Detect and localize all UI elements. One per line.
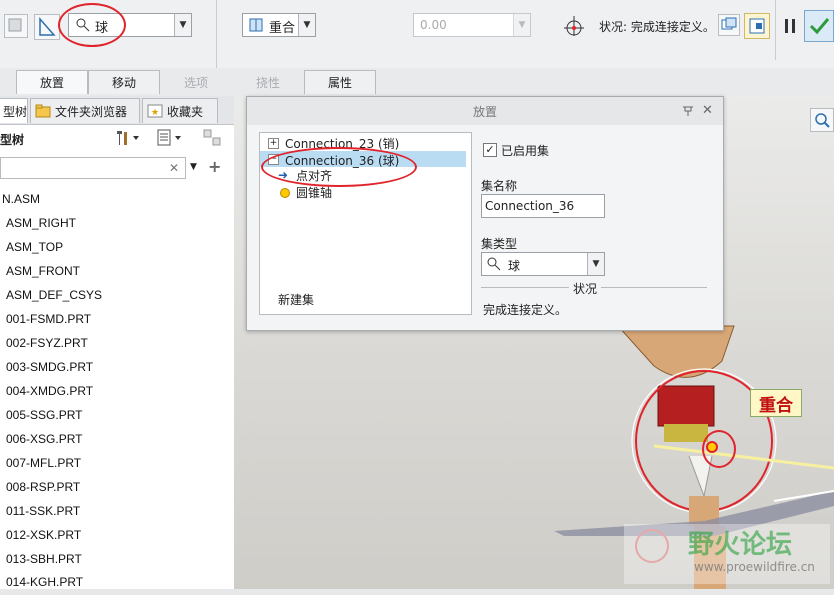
settings-tools-icon[interactable] xyxy=(114,129,142,147)
tab-folder-browser-label: 文件夹浏览器 xyxy=(55,104,128,119)
ball-joint-icon xyxy=(486,256,502,275)
enabled-label: 已启用集 xyxy=(501,144,550,158)
enabled-checkbox[interactable]: ✓ xyxy=(483,143,497,157)
svg-text:★: ★ xyxy=(151,108,159,118)
preview-icon[interactable] xyxy=(744,13,770,39)
set-name-input[interactable]: Connection_36 xyxy=(481,194,605,218)
navigator-tabs: 型树 文件夹浏览器 ★ 收藏夹 xyxy=(0,96,234,125)
dashboard-toolbar: 球 ▼ 重合 ▼ 0.00 ▼ 状况: 完成连接定义。 xyxy=(0,0,834,69)
tab-flexibility[interactable]: 挠性 xyxy=(232,70,304,94)
chevron-down-icon[interactable]: ▼ xyxy=(190,162,197,172)
tab-folder-browser[interactable]: 文件夹浏览器 xyxy=(30,98,140,123)
tree-item[interactable]: 002-FSYZ.PRT xyxy=(6,336,88,356)
add-icon[interactable]: + xyxy=(208,157,221,176)
watermark-url: www.proewildfire.cn xyxy=(694,560,815,574)
tree-item[interactable]: 006-XSG.PRT xyxy=(6,432,82,452)
move-axis-icon[interactable] xyxy=(562,14,586,38)
watermark-logo-icon xyxy=(632,526,672,569)
tab-properties[interactable]: 属性 xyxy=(304,70,376,94)
watermark: 野火论坛 www.proewildfire.cn xyxy=(624,524,830,584)
close-icon[interactable]: ✕ xyxy=(702,103,713,118)
set-type-select[interactable]: 球 ▼ xyxy=(481,252,605,276)
pin-icon[interactable] xyxy=(681,103,695,117)
expand-icon[interactable]: + xyxy=(268,138,279,149)
tree-item[interactable]: ASM_FRONT xyxy=(6,264,80,284)
show-list-icon[interactable] xyxy=(155,129,185,147)
offset-value: 0.00 xyxy=(420,18,447,32)
new-set-link[interactable]: 新建集 xyxy=(278,291,314,308)
coincident-icon xyxy=(249,18,263,35)
tree-search-input[interactable]: ✕ xyxy=(0,157,186,179)
chevron-down-icon[interactable]: ▼ xyxy=(513,14,530,36)
tree-item[interactable]: 011-SSK.PRT xyxy=(6,504,80,524)
divider xyxy=(775,0,776,60)
zoom-icon[interactable] xyxy=(810,108,834,132)
model-tree-label: 型树 xyxy=(0,133,25,147)
favorites-icon: ★ xyxy=(147,104,163,118)
tab-model-tree-label: 型树 xyxy=(3,104,28,119)
tree-item[interactable]: 001-FSMD.PRT xyxy=(6,312,91,332)
coincident-callout: 重合 xyxy=(750,389,802,417)
tree-item[interactable]: 007-MFL.PRT xyxy=(6,456,81,476)
filter-icon[interactable] xyxy=(202,129,224,147)
annotation-circle xyxy=(702,430,736,468)
pause-icon[interactable] xyxy=(782,16,798,36)
dot-icon xyxy=(280,188,290,198)
annotation-circle xyxy=(261,147,417,187)
tab-placement[interactable]: 放置 xyxy=(16,70,88,94)
divider xyxy=(216,0,217,68)
model-tree-panel: 型树 文件夹浏览器 ★ 收藏夹 型树 ✕ ▼ + N.ASM ASM_RIGHT… xyxy=(0,96,235,589)
set-name-value: Connection_36 xyxy=(485,199,575,213)
window-icon[interactable] xyxy=(718,14,740,36)
clear-icon[interactable]: ✕ xyxy=(169,161,179,175)
status-text: 状况: 完成连接定义。 xyxy=(599,20,715,34)
offset-type-value: 重合 xyxy=(269,21,296,36)
tree-item[interactable]: ASM_TOP xyxy=(6,240,63,260)
tree-item[interactable]: 013-SBH.PRT xyxy=(6,552,82,572)
status-value: 完成连接定义。 xyxy=(483,303,568,317)
folder-icon xyxy=(35,104,51,118)
chevron-down-icon[interactable]: ▼ xyxy=(298,14,315,36)
tree-item[interactable]: 008-RSP.PRT xyxy=(6,480,80,500)
confirm-check-icon[interactable] xyxy=(804,10,834,42)
dashboard-tabs: 放置 移动 选项 挠性 属性 xyxy=(0,68,834,96)
set-type-value: 球 xyxy=(508,259,521,273)
tab-favorites-label: 收藏夹 xyxy=(167,104,204,119)
set-type-label: 集类型 xyxy=(481,237,518,251)
tab-options[interactable]: 选项 xyxy=(160,70,232,94)
tree-item[interactable]: N.ASM xyxy=(2,192,40,212)
tab-model-tree[interactable]: 型树 xyxy=(0,98,28,123)
offset-value-input[interactable]: 0.00 ▼ xyxy=(413,13,531,37)
tree-item[interactable]: 014-KGH.PRT xyxy=(6,575,83,595)
chevron-down-icon[interactable]: ▼ xyxy=(174,14,191,36)
chevron-down-icon[interactable]: ▼ xyxy=(587,253,604,275)
offset-type-select[interactable]: 重合 ▼ xyxy=(242,13,316,37)
annotation-circle xyxy=(58,3,126,47)
component-icon[interactable] xyxy=(4,14,28,38)
placement-panel: 放置 ✕ + Connection_23 (销) − Connection_36… xyxy=(246,96,724,331)
tree-item[interactable]: 005-SSG.PRT xyxy=(6,408,82,428)
tree-item[interactable]: 003-SMDG.PRT xyxy=(6,360,93,380)
triangle-icon[interactable] xyxy=(34,14,60,40)
tree-item[interactable]: 004-XMDG.PRT xyxy=(6,384,93,404)
set-name-label: 集名称 xyxy=(481,179,518,193)
tree-item[interactable]: 012-XSK.PRT xyxy=(6,528,81,548)
tab-favorites[interactable]: ★ 收藏夹 xyxy=(142,98,218,123)
panel-title: 放置 xyxy=(247,97,723,125)
tree-item[interactable]: ASM_RIGHT xyxy=(6,216,76,236)
tab-move[interactable]: 移动 xyxy=(88,70,160,94)
watermark-title: 野火论坛 xyxy=(688,530,793,560)
tree-item[interactable]: ASM_DEF_CSYS xyxy=(6,288,102,308)
status-group-label: 状况 xyxy=(569,280,602,297)
